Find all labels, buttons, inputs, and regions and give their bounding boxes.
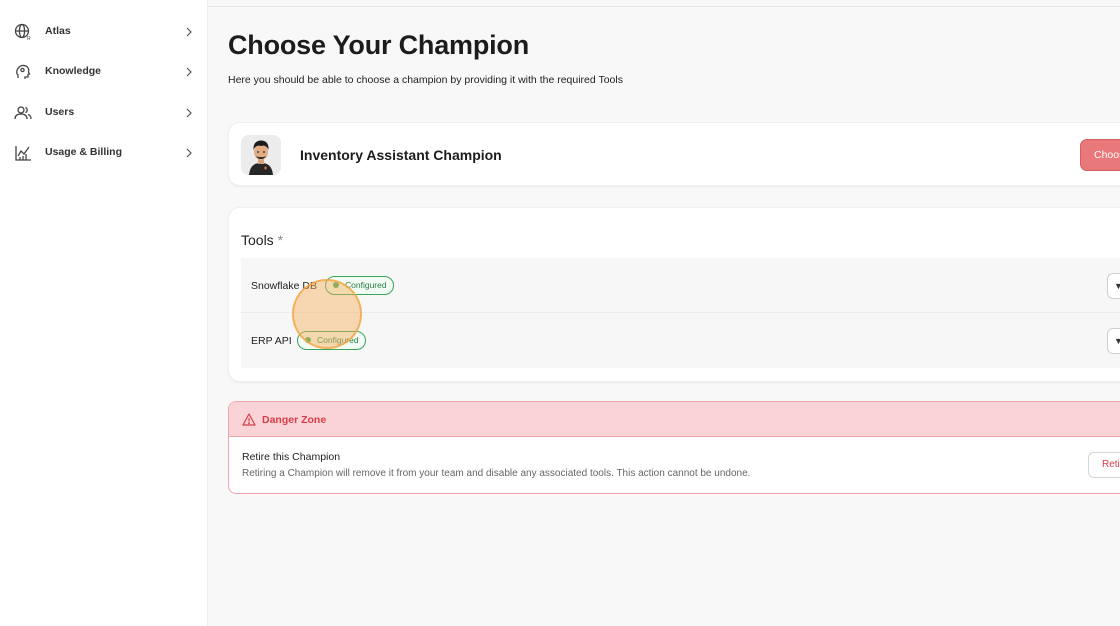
status-badge: Configured bbox=[325, 276, 394, 295]
sidebar-item-label: Users bbox=[45, 106, 75, 118]
tool-expand-button[interactable]: ▼ bbox=[1107, 273, 1120, 299]
sidebar-item-users[interactable]: Users bbox=[0, 93, 208, 133]
sidebar-item-label: Knowledge bbox=[45, 65, 102, 77]
retire-description: Retiring a Champion will remove it from … bbox=[242, 468, 751, 479]
sidebar-item-knowledge[interactable]: Knowledge bbox=[0, 52, 208, 92]
tool-name: ERP API bbox=[251, 335, 292, 347]
tool-name: Snowflake DB bbox=[251, 280, 317, 292]
usage-chart-icon bbox=[15, 146, 31, 161]
chevron-down-icon: ▼ bbox=[1114, 336, 1120, 346]
chevron-right-icon bbox=[186, 148, 192, 158]
tools-card: Tools * Snowflake DB Configured ▼ ERP AP… bbox=[228, 207, 1120, 382]
chevron-down-icon: ▼ bbox=[1114, 281, 1120, 291]
svg-text:R: R bbox=[27, 36, 31, 41]
danger-zone-header: Danger Zone bbox=[229, 402, 1120, 437]
status-badge: Configured bbox=[297, 331, 366, 350]
chevron-right-icon bbox=[186, 108, 192, 118]
chevron-right-icon bbox=[186, 67, 192, 77]
tool-row-erp-api[interactable]: ERP API Configured ▼ bbox=[241, 313, 1120, 368]
tool-expand-button[interactable]: ▼ bbox=[1107, 328, 1120, 354]
page-subtitle: Here you should be able to choose a cham… bbox=[228, 74, 623, 86]
main-content: Choose Your Champion Here you should be … bbox=[208, 0, 1120, 626]
users-icon bbox=[14, 106, 32, 120]
required-marker: * bbox=[277, 232, 284, 248]
sidebar: R Atlas Knowledge Users Usage & Billing bbox=[0, 0, 208, 626]
warning-icon bbox=[242, 413, 256, 426]
divider bbox=[208, 6, 1120, 7]
status-label: Configured bbox=[317, 335, 359, 345]
tools-title: Tools bbox=[241, 232, 274, 248]
status-dot-icon bbox=[333, 282, 339, 288]
retire-button[interactable]: Reti bbox=[1088, 452, 1120, 478]
status-dot-icon bbox=[305, 337, 311, 343]
sidebar-item-label: Atlas bbox=[45, 25, 71, 37]
status-label: Configured bbox=[345, 280, 387, 290]
danger-zone: Danger Zone Retire this Champion Retirin… bbox=[228, 401, 1120, 494]
retire-title: Retire this Champion bbox=[242, 451, 341, 463]
champion-name: Inventory Assistant Champion bbox=[300, 147, 502, 163]
page-title: Choose Your Champion bbox=[228, 30, 530, 60]
sidebar-item-usage-billing[interactable]: Usage & Billing bbox=[0, 133, 208, 173]
tool-row-snowflake-db[interactable]: Snowflake DB Configured ▼ bbox=[241, 258, 1120, 313]
choose-champion-button[interactable]: Choos bbox=[1080, 139, 1120, 171]
champion-avatar bbox=[241, 135, 281, 175]
danger-zone-title: Danger Zone bbox=[262, 414, 327, 426]
tools-heading: Tools * bbox=[241, 232, 283, 248]
brain-head-icon bbox=[16, 64, 31, 79]
chevron-right-icon bbox=[186, 27, 192, 37]
globe-icon: R bbox=[14, 23, 31, 41]
sidebar-item-atlas[interactable]: R Atlas bbox=[0, 12, 208, 52]
sidebar-item-label: Usage & Billing bbox=[45, 146, 123, 158]
champion-card: Inventory Assistant Champion Choos bbox=[228, 122, 1120, 186]
